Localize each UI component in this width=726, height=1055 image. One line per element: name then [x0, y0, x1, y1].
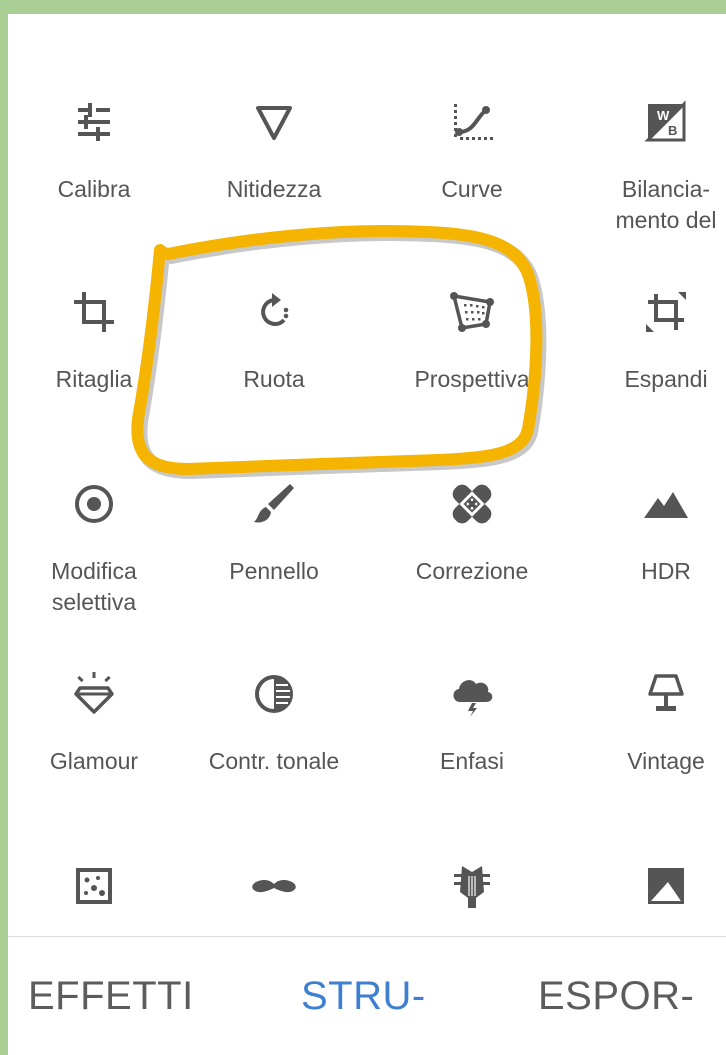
guitar-head-icon [446, 860, 498, 912]
lamp-icon [640, 668, 692, 720]
tool-label: Pennello [229, 558, 319, 584]
tool-label: Glamour [49, 748, 139, 774]
tool-label: Ruota [243, 366, 305, 392]
tool-contr-tonale[interactable]: Contr. tonale [184, 668, 364, 838]
tool-label: Nitidezza [226, 176, 322, 202]
tool-calibra[interactable]: Calibra [8, 96, 184, 266]
mountains-icon [640, 478, 692, 530]
svg-text:W: W [657, 108, 670, 123]
tool-label: Modifica selettiva [51, 558, 137, 615]
tab-bar-divider [8, 936, 726, 937]
tool-label: Calibra [57, 176, 131, 202]
tool-label: Enfasi [440, 748, 504, 774]
tool-nitidezza[interactable]: Nitidezza [184, 96, 364, 266]
tool-label: Curve [441, 176, 503, 202]
healing-bandage-icon [446, 478, 498, 530]
tool-label: Contr. tonale [208, 748, 340, 774]
tool-curve[interactable]: Curve [382, 96, 562, 266]
tab-strumenti[interactable]: STRU- [301, 974, 426, 1019]
tool-bilanciamento[interactable]: W B Bilancia- mento del [576, 96, 726, 266]
curve-icon [446, 96, 498, 148]
tool-vintage[interactable]: Vintage [576, 668, 726, 838]
tonal-contrast-icon [248, 668, 300, 720]
grainy-film-icon [68, 860, 120, 912]
tools-screen: Calibra Nitidezza Curve W B Bilancia- me… [8, 14, 726, 1055]
tool-label: Espandi [624, 366, 708, 392]
tool-ruota[interactable]: Ruota [184, 286, 364, 456]
tool-label: Ritaglia [55, 366, 133, 392]
tool-enfasi[interactable]: Enfasi [382, 668, 562, 838]
expand-icon [640, 286, 692, 338]
tune-sliders-icon [68, 96, 120, 148]
tool-modifica-selettiva[interactable]: Modifica selettiva [8, 478, 184, 648]
white-balance-icon: W B [640, 96, 692, 148]
tool-label: Vintage [627, 748, 705, 774]
tool-espandi[interactable]: Espandi [576, 286, 726, 456]
crop-icon [68, 286, 120, 338]
mustache-icon [248, 860, 300, 912]
diamond-icon [68, 668, 120, 720]
tool-prospettiva[interactable]: Prospettiva [382, 286, 562, 456]
tool-hdr[interactable]: HDR [576, 478, 726, 648]
brush-icon [248, 478, 300, 530]
tab-effetti[interactable]: EFFETTI [28, 974, 194, 1019]
storm-cloud-icon [446, 668, 498, 720]
tool-correzione[interactable]: Correzione [382, 478, 562, 648]
svg-text:B: B [668, 123, 677, 138]
tool-label: Prospettiva [414, 366, 530, 392]
tool-label: Bilancia- mento del [615, 176, 717, 233]
tool-glamour[interactable]: Glamour [8, 668, 184, 838]
perspective-icon [446, 286, 498, 338]
selective-target-icon [68, 478, 120, 530]
black-white-icon [640, 860, 692, 912]
tool-ritaglia[interactable]: Ritaglia [8, 286, 184, 456]
tool-pennello[interactable]: Pennello [184, 478, 364, 648]
tab-esporta[interactable]: ESPOR- [538, 974, 694, 1019]
tool-label: HDR [641, 558, 691, 584]
triangle-down-icon [248, 96, 300, 148]
tool-label: Correzione [415, 558, 529, 584]
rotate-icon [248, 286, 300, 338]
